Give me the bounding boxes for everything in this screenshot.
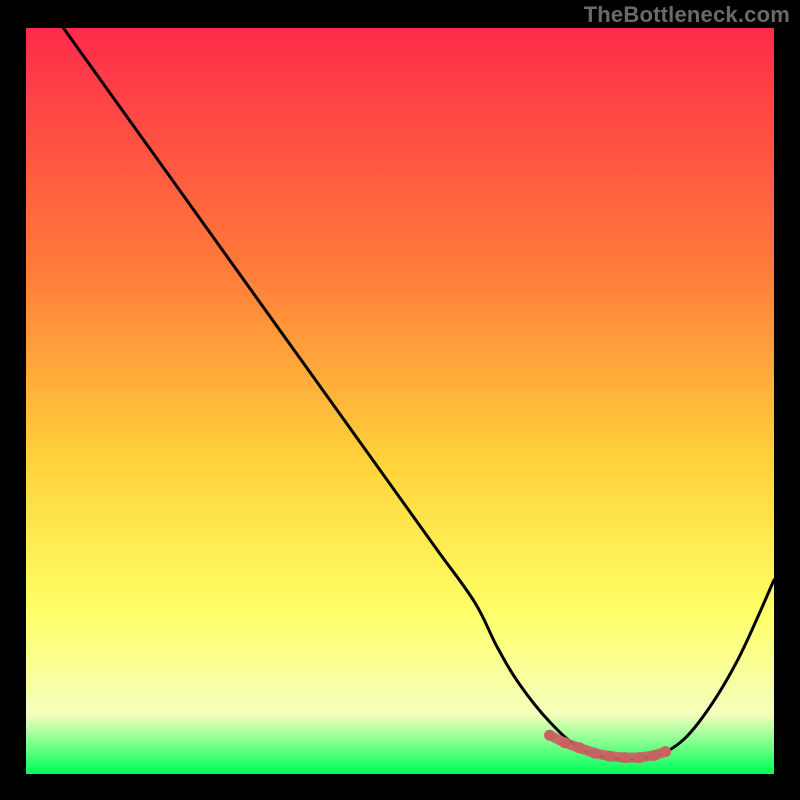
gradient-background [26,28,774,774]
watermark-text: TheBottleneck.com [584,2,790,28]
plateau-marker [574,742,585,753]
plateau-marker [604,751,615,762]
plot-area [26,28,774,774]
bottleneck-chart [26,28,774,774]
plateau-marker [649,750,660,761]
chart-frame: TheBottleneck.com [0,0,800,800]
plateau-marker [619,752,630,763]
plateau-marker [660,746,671,757]
plateau-marker [559,737,570,748]
plateau-marker [544,730,555,741]
plateau-marker [634,752,645,763]
plateau-marker [589,748,600,759]
